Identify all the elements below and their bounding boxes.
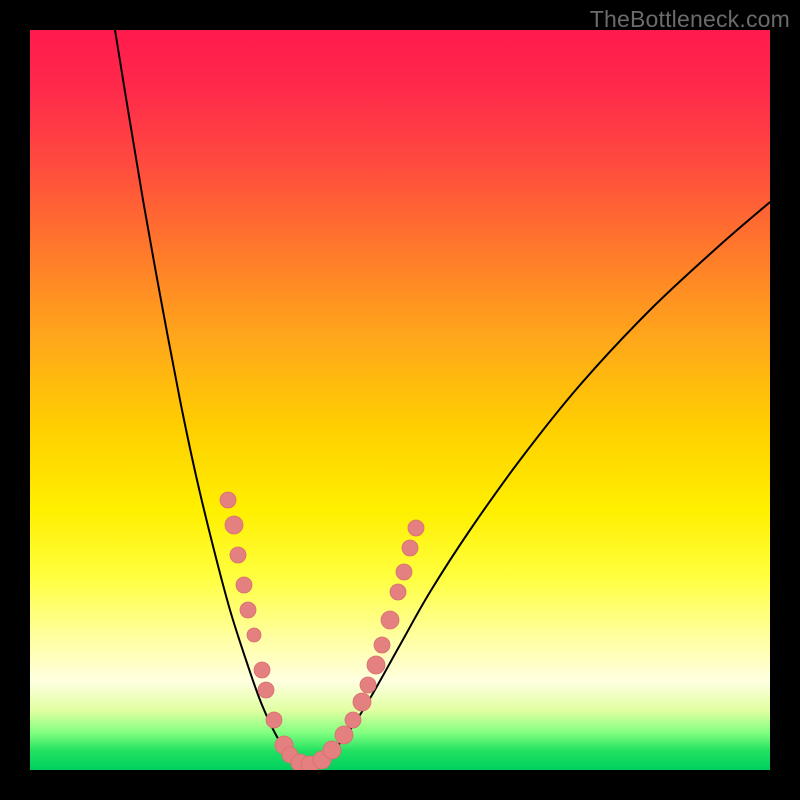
- plot-area: [30, 30, 770, 770]
- data-dot: [258, 682, 274, 698]
- data-dot: [360, 677, 376, 693]
- data-dot: [266, 712, 282, 728]
- data-dot: [408, 520, 424, 536]
- chart-frame: TheBottleneck.com: [0, 0, 800, 800]
- data-dot: [230, 547, 246, 563]
- data-dots: [220, 492, 424, 770]
- data-dot: [374, 637, 390, 653]
- data-dot: [396, 564, 412, 580]
- data-dot: [240, 602, 256, 618]
- data-dot: [247, 628, 261, 642]
- data-dot: [353, 693, 371, 711]
- data-dot: [390, 584, 406, 600]
- data-dot: [254, 662, 270, 678]
- curve-svg: [30, 30, 770, 770]
- left-curve: [115, 30, 305, 766]
- data-dot: [335, 726, 353, 744]
- data-dot: [225, 516, 243, 534]
- data-dot: [402, 540, 418, 556]
- data-dot: [236, 577, 252, 593]
- data-dot: [220, 492, 236, 508]
- data-dot: [367, 656, 385, 674]
- watermark-text: TheBottleneck.com: [590, 6, 790, 33]
- data-dot: [323, 741, 341, 759]
- data-dot: [345, 712, 361, 728]
- data-dot: [381, 611, 399, 629]
